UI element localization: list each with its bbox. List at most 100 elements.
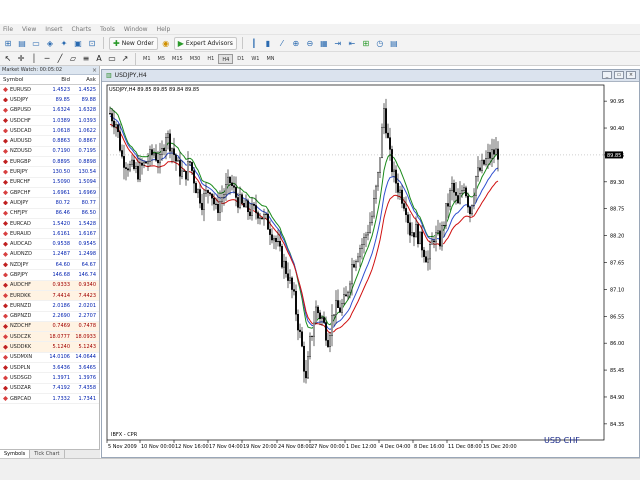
data-window-icon[interactable]: ◈: [44, 37, 56, 49]
bid-cell: 1.6161: [52, 230, 71, 237]
candle-body: [286, 273, 289, 281]
navigator-icon[interactable]: ✦: [58, 37, 70, 49]
market-watch-row[interactable]: USDSGD 1.3971 1.3976: [0, 373, 99, 384]
symbol-icon: [3, 323, 8, 329]
bid-cell: 1.6324: [52, 107, 71, 114]
line-chart-icon[interactable]: ⁄: [276, 37, 288, 49]
menu-charts[interactable]: Charts: [72, 26, 92, 33]
market-watch-icon[interactable]: ▭: [30, 37, 42, 49]
timeframe-h4[interactable]: H4: [218, 53, 234, 64]
market-watch-row[interactable]: USDJPY 89.85 89.88: [0, 95, 99, 106]
market-watch-row[interactable]: USDZAR 7.4192 7.4358: [0, 384, 99, 394]
fibonacci-icon[interactable]: ≡: [80, 53, 92, 65]
column-ask-header[interactable]: Ask: [72, 75, 98, 84]
text-tool-icon[interactable]: A: [93, 53, 105, 65]
crosshair-icon[interactable]: ✛: [15, 53, 27, 65]
timeframe-m15[interactable]: M15: [169, 54, 186, 64]
minimize-icon[interactable]: _: [602, 71, 612, 79]
symbol-name: EURDKK: [10, 292, 31, 299]
menu-view[interactable]: View: [22, 26, 36, 33]
strategy-tester-icon[interactable]: ⊡: [86, 37, 98, 49]
timeframe-d1[interactable]: D1: [234, 54, 247, 64]
market-watch-row[interactable]: EURCAD 1.5420 1.5428: [0, 219, 99, 230]
channel-icon[interactable]: ▱: [67, 53, 79, 65]
market-watch-row[interactable]: EURAUD 1.6161 1.6167: [0, 229, 99, 240]
periods-icon[interactable]: ◷: [374, 37, 386, 49]
market-watch-row[interactable]: AUDCHF 0.9333 0.9340: [0, 280, 99, 291]
chart-shift-icon[interactable]: ⇤: [346, 37, 358, 49]
market-watch-row[interactable]: NZDJPY 64.60 64.67: [0, 260, 99, 271]
tab-symbols[interactable]: Symbols: [0, 450, 31, 458]
column-bid-header[interactable]: Bid: [44, 75, 72, 84]
market-watch-row[interactable]: GBPJPY 146.68 146.74: [0, 270, 99, 281]
market-watch-row[interactable]: USDCAD 1.0618 1.0622: [0, 126, 99, 137]
market-watch-row[interactable]: AUDJPY 80.72 80.77: [0, 198, 99, 209]
timeframe-m5[interactable]: M5: [155, 54, 169, 64]
trendline-icon[interactable]: ╱: [54, 53, 66, 65]
timeframe-w1[interactable]: W1: [248, 54, 262, 64]
market-watch-row[interactable]: EURGBP 0.8895 0.8898: [0, 157, 99, 168]
market-watch-row[interactable]: USDCHF 1.0389 1.0393: [0, 116, 99, 127]
market-watch-row[interactable]: AUDCAD 0.9538 0.9545: [0, 239, 99, 250]
market-watch-row[interactable]: EURCHF 1.5090 1.5094: [0, 178, 99, 188]
market-watch-row[interactable]: EURDKK 7.4414 7.4423: [0, 290, 99, 302]
market-watch-row[interactable]: USDPLN 3.6436 3.6465: [0, 363, 99, 374]
market-watch-row[interactable]: EURNZD 2.0186 2.0201: [0, 301, 99, 312]
market-watch-row[interactable]: USDDKK 5.1240 5.1243: [0, 342, 99, 353]
profiles-icon[interactable]: ▤: [16, 37, 28, 49]
market-watch-row[interactable]: GBPCHF 1.6961 1.6969: [0, 188, 99, 199]
market-watch-row[interactable]: EURJPY 130.50 130.54: [0, 167, 99, 178]
templates-icon[interactable]: ▤: [388, 37, 400, 49]
market-watch-row[interactable]: AUDUSD 0.8863 0.8867: [0, 136, 99, 147]
candlestick-chart-icon[interactable]: ▮: [262, 37, 274, 49]
chart-autoscroll-icon[interactable]: ⇥: [332, 37, 344, 49]
arrows-icon[interactable]: ↗: [119, 53, 131, 65]
horizontal-line-icon[interactable]: ─: [41, 53, 53, 65]
timeframe-mn[interactable]: MN: [263, 54, 277, 64]
market-watch-row[interactable]: EURUSD 1.4523 1.4525: [0, 85, 99, 96]
market-watch-row[interactable]: GBPUSD 1.6324 1.6328: [0, 106, 99, 116]
menu-window[interactable]: Window: [124, 26, 148, 33]
market-watch-row[interactable]: USDCZK 18.0777 18.0933: [0, 332, 99, 343]
timeframe-m30[interactable]: M30: [187, 54, 204, 64]
market-watch-row[interactable]: NZDCHF 0.7469 0.7478: [0, 321, 99, 333]
timeframe-h1[interactable]: H1: [204, 54, 217, 64]
expert-advisors-button[interactable]: ▶ Expert Advisors: [173, 36, 237, 50]
terminal-icon[interactable]: ▣: [72, 37, 84, 49]
menu-insert[interactable]: Insert: [45, 26, 62, 33]
menu-file[interactable]: File: [3, 26, 13, 33]
restore-icon[interactable]: ▭: [614, 71, 624, 79]
vertical-line-icon[interactable]: │: [28, 53, 40, 65]
candle-body: [198, 189, 201, 204]
bar-chart-icon[interactable]: ┃: [248, 37, 260, 49]
market-watch-row[interactable]: AUDNZD 1.2487 1.2498: [0, 250, 99, 261]
market-watch-row[interactable]: GBPCAD 1.7332 1.7341: [0, 394, 99, 405]
metaeditor-icon[interactable]: ◉: [160, 37, 172, 49]
zoom-in-icon[interactable]: ⊕: [290, 37, 302, 49]
close-icon[interactable]: ×: [626, 71, 636, 79]
market-watch-row[interactable]: CHFJPY 86.46 86.50: [0, 209, 99, 219]
menu-tools[interactable]: Tools: [100, 26, 115, 33]
tab-tick-chart[interactable]: Tick Chart: [30, 450, 65, 458]
cursor-icon[interactable]: ↖: [2, 53, 14, 65]
ask-cell: 1.0393: [78, 117, 97, 124]
label-tool-icon[interactable]: ▭: [106, 53, 118, 65]
tile-windows-icon[interactable]: ▦: [318, 37, 330, 49]
new-chart-icon[interactable]: ⊞: [2, 37, 14, 49]
candle-body: [288, 277, 291, 281]
menu-help[interactable]: Help: [157, 26, 171, 33]
bid-cell: 0.9538: [52, 241, 71, 248]
candle-body: [439, 230, 442, 247]
timeframe-m1[interactable]: M1: [140, 54, 154, 64]
price-chart[interactable]: 90.95 90.40 89.85 89.30 88.75 88.20 87.65 87.10…: [102, 82, 639, 457]
column-symbol-header[interactable]: Symbol: [0, 75, 44, 84]
indicators-icon[interactable]: ⊞: [360, 37, 372, 49]
zoom-out-icon[interactable]: ⊖: [304, 37, 316, 49]
new-order-button[interactable]: ✚ New Order: [109, 36, 158, 50]
close-icon[interactable]: ×: [92, 66, 97, 75]
candle-body: [433, 240, 436, 243]
market-watch-row[interactable]: GBPNZD 2.2690 2.2707: [0, 312, 99, 322]
market-watch-row[interactable]: USDMXN 14.0106 14.0644: [0, 353, 99, 364]
bid-cell: 18.0777: [49, 333, 70, 340]
market-watch-row[interactable]: NZDUSD 0.7190 0.7195: [0, 147, 99, 158]
